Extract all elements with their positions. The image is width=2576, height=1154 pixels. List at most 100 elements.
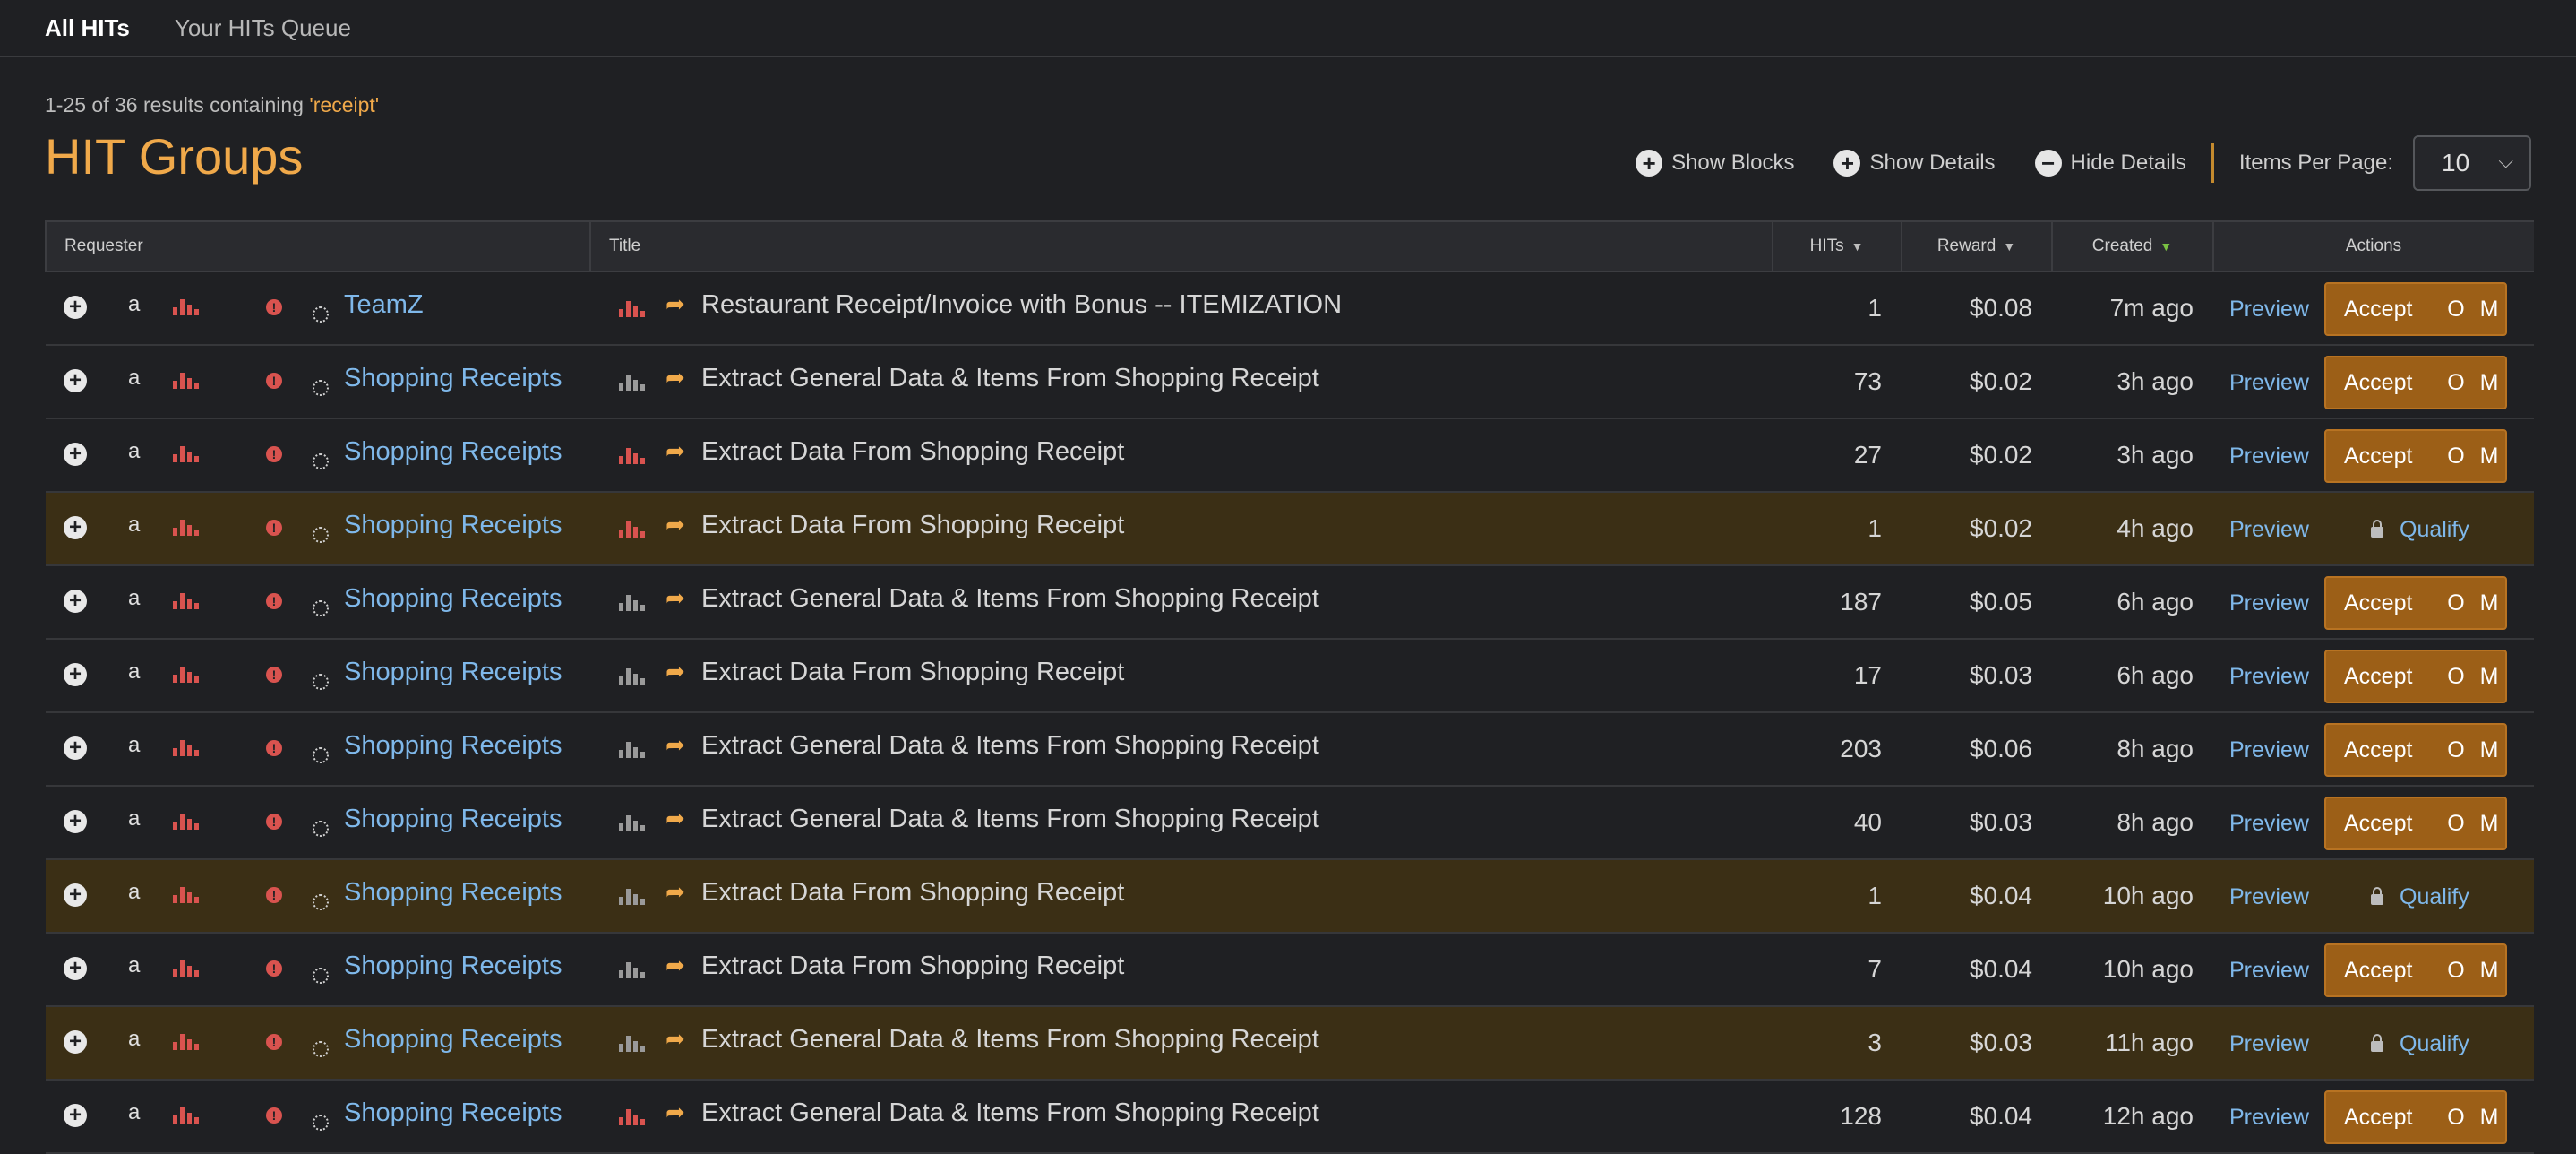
- items-per-page-select[interactable]: 10 ⌵: [2413, 135, 2531, 191]
- report-alert-icon[interactable]: !: [266, 887, 282, 903]
- requester-link[interactable]: Shopping Receipts: [344, 584, 562, 614]
- requester-stats-icon[interactable]: [173, 446, 199, 462]
- requester-link[interactable]: Shopping Receipts: [344, 731, 562, 761]
- accept-option-m-button[interactable]: M: [2473, 737, 2505, 763]
- report-alert-icon[interactable]: !: [266, 740, 282, 756]
- qualify-link[interactable]: Qualify: [2371, 1031, 2469, 1057]
- amazon-icon[interactable]: a: [128, 953, 140, 978]
- accept-option-o-button[interactable]: O: [2439, 590, 2473, 616]
- hide-details-button[interactable]: − Hide Details: [2034, 150, 2186, 177]
- report-alert-icon[interactable]: !: [266, 446, 282, 462]
- share-arrow-icon[interactable]: ➦: [665, 805, 685, 832]
- share-arrow-icon[interactable]: ➦: [665, 952, 685, 979]
- preview-link[interactable]: Preview: [2229, 811, 2309, 837]
- preview-link[interactable]: Preview: [2229, 664, 2309, 690]
- show-details-button[interactable]: + Show Details: [1833, 150, 1996, 177]
- requester-stats-icon[interactable]: [173, 373, 199, 389]
- report-alert-icon[interactable]: !: [266, 593, 282, 609]
- requester-stats-icon[interactable]: [173, 814, 199, 830]
- hit-title[interactable]: Extract Data From Shopping Receipt: [701, 511, 1124, 540]
- accept-option-o-button[interactable]: O: [2439, 370, 2473, 396]
- share-arrow-icon[interactable]: ➦: [665, 364, 685, 392]
- preview-link[interactable]: Preview: [2229, 1105, 2309, 1131]
- accept-button[interactable]: Accept: [2326, 1105, 2439, 1131]
- expand-plus-icon[interactable]: +: [64, 296, 87, 319]
- requester-stats-icon[interactable]: [173, 299, 199, 315]
- show-blocks-button[interactable]: + Show Blocks: [1636, 150, 1794, 177]
- share-arrow-icon[interactable]: ➦: [665, 1025, 685, 1053]
- requester-stats-icon[interactable]: [173, 1107, 199, 1124]
- hit-stats-icon[interactable]: [619, 1036, 645, 1052]
- qualify-link[interactable]: Qualify: [2371, 884, 2469, 910]
- requester-link[interactable]: Shopping Receipts: [344, 437, 562, 467]
- accept-option-o-button[interactable]: O: [2439, 958, 2473, 984]
- expand-plus-icon[interactable]: +: [64, 663, 87, 686]
- requester-link[interactable]: Shopping Receipts: [344, 1098, 562, 1128]
- hit-title[interactable]: Extract Data From Shopping Receipt: [701, 952, 1124, 981]
- hit-title[interactable]: Extract Data From Shopping Receipt: [701, 658, 1124, 687]
- expand-plus-icon[interactable]: +: [64, 736, 87, 760]
- preview-link[interactable]: Preview: [2229, 884, 2309, 910]
- preview-link[interactable]: Preview: [2229, 444, 2309, 469]
- amazon-icon[interactable]: a: [128, 512, 140, 538]
- hit-title[interactable]: Extract General Data & Items From Shoppi…: [701, 1098, 1319, 1128]
- accept-option-m-button[interactable]: M: [2473, 370, 2505, 396]
- requester-stats-icon[interactable]: [173, 667, 199, 683]
- amazon-icon[interactable]: a: [128, 659, 140, 685]
- report-alert-icon[interactable]: !: [266, 520, 282, 536]
- accept-option-o-button[interactable]: O: [2439, 444, 2473, 469]
- hit-stats-icon[interactable]: [619, 889, 645, 905]
- share-arrow-icon[interactable]: ➦: [665, 658, 685, 685]
- amazon-icon[interactable]: a: [128, 806, 140, 831]
- report-alert-icon[interactable]: !: [266, 814, 282, 830]
- report-alert-icon[interactable]: !: [266, 299, 282, 315]
- accept-button[interactable]: Accept: [2326, 664, 2439, 690]
- hit-title[interactable]: Extract General Data & Items From Shoppi…: [701, 731, 1319, 761]
- expand-plus-icon[interactable]: +: [64, 810, 87, 833]
- expand-plus-icon[interactable]: +: [64, 957, 87, 980]
- accept-option-o-button[interactable]: O: [2439, 1105, 2473, 1131]
- tab-all-hits[interactable]: All HITs: [45, 14, 130, 42]
- hit-title[interactable]: Extract Data From Shopping Receipt: [701, 437, 1124, 467]
- requester-stats-icon[interactable]: [173, 520, 199, 536]
- accept-button[interactable]: Accept: [2326, 737, 2439, 763]
- preview-link[interactable]: Preview: [2229, 1031, 2309, 1057]
- hit-stats-icon[interactable]: [619, 1109, 645, 1125]
- expand-plus-icon[interactable]: +: [64, 443, 87, 466]
- report-alert-icon[interactable]: !: [266, 373, 282, 389]
- accept-option-o-button[interactable]: O: [2439, 811, 2473, 837]
- requester-stats-icon[interactable]: [173, 740, 199, 756]
- preview-link[interactable]: Preview: [2229, 297, 2309, 323]
- expand-plus-icon[interactable]: +: [64, 516, 87, 539]
- share-arrow-icon[interactable]: ➦: [665, 731, 685, 759]
- requester-stats-icon[interactable]: [173, 1034, 199, 1050]
- amazon-icon[interactable]: a: [128, 292, 140, 317]
- accept-option-o-button[interactable]: O: [2439, 664, 2473, 690]
- preview-link[interactable]: Preview: [2229, 958, 2309, 984]
- expand-plus-icon[interactable]: +: [64, 1030, 87, 1054]
- expand-plus-icon[interactable]: +: [64, 369, 87, 392]
- share-arrow-icon[interactable]: ➦: [665, 584, 685, 612]
- report-alert-icon[interactable]: !: [266, 1034, 282, 1050]
- amazon-icon[interactable]: a: [128, 1027, 140, 1052]
- hit-title[interactable]: Extract General Data & Items From Shoppi…: [701, 805, 1319, 834]
- report-alert-icon[interactable]: !: [266, 1107, 282, 1124]
- requester-stats-icon[interactable]: [173, 593, 199, 609]
- preview-link[interactable]: Preview: [2229, 737, 2309, 763]
- hit-title[interactable]: Extract General Data & Items From Shoppi…: [701, 364, 1319, 393]
- accept-option-m-button[interactable]: M: [2473, 297, 2505, 323]
- qualify-link[interactable]: Qualify: [2371, 517, 2469, 543]
- report-alert-icon[interactable]: !: [266, 960, 282, 977]
- expand-plus-icon[interactable]: +: [64, 590, 87, 613]
- accept-button[interactable]: Accept: [2326, 958, 2439, 984]
- column-header-hits[interactable]: HITs ▼: [1772, 220, 1902, 272]
- requester-link[interactable]: Shopping Receipts: [344, 658, 562, 687]
- accept-button[interactable]: Accept: [2326, 811, 2439, 837]
- amazon-icon[interactable]: a: [128, 1100, 140, 1125]
- accept-option-m-button[interactable]: M: [2473, 958, 2505, 984]
- amazon-icon[interactable]: a: [128, 880, 140, 905]
- hit-title[interactable]: Extract Data From Shopping Receipt: [701, 878, 1124, 908]
- accept-option-m-button[interactable]: M: [2473, 590, 2505, 616]
- expand-plus-icon[interactable]: +: [64, 1104, 87, 1127]
- preview-link[interactable]: Preview: [2229, 370, 2309, 396]
